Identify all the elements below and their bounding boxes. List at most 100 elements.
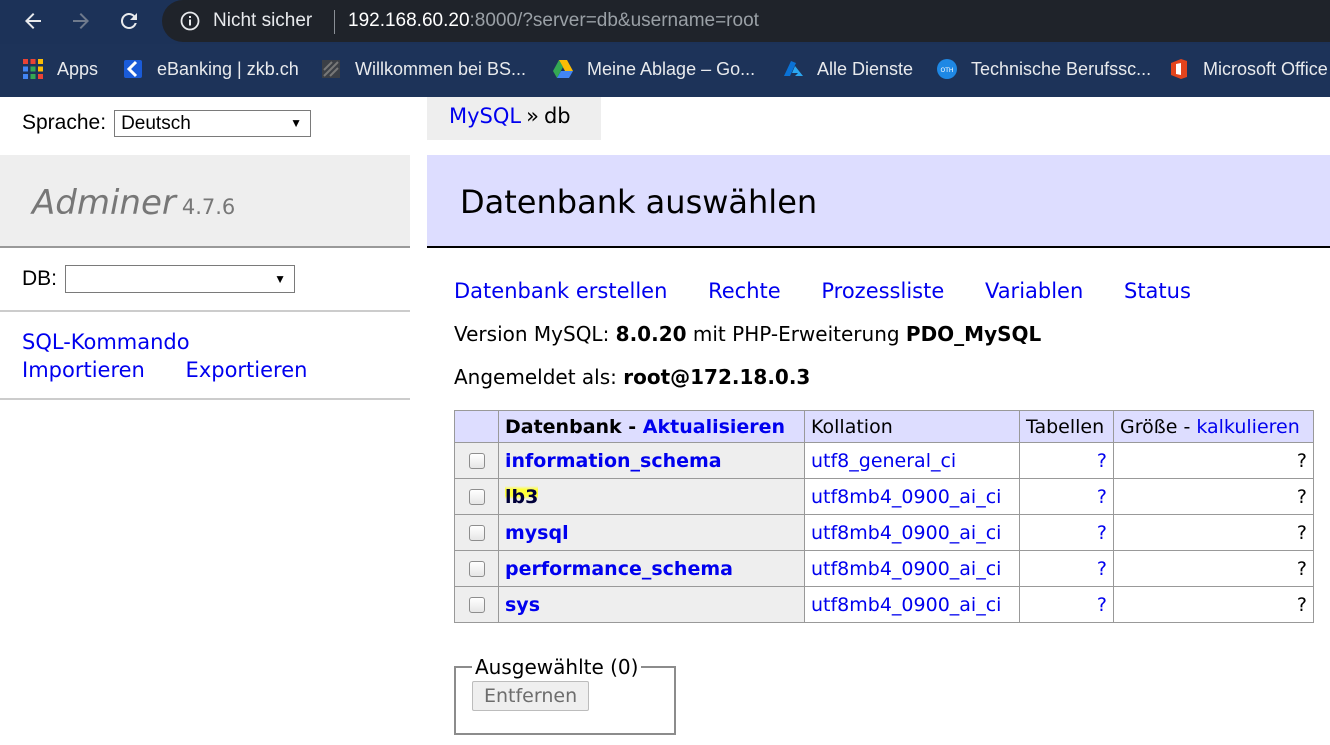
row-check-cell	[454, 478, 499, 515]
bookmark-label: Willkommen bei BS...	[355, 58, 527, 79]
row-checkbox[interactable]	[468, 561, 485, 577]
url-host: 192.168.60.20	[348, 10, 470, 31]
create-database-link[interactable]: Datenbank erstellen	[454, 279, 667, 303]
arrow-left-icon	[25, 13, 41, 29]
browser-toolbar: Nicht sicher 192.168.60.20:8000/?server=…	[0, 0, 1330, 44]
bookmark-google-drive[interactable]: Meine Ablage – Go...	[552, 56, 755, 82]
mysql-version: 8.0.20	[615, 322, 687, 346]
bookmark-label: Alle Dienste	[817, 58, 914, 79]
tables-link[interactable]: ?	[1097, 486, 1107, 508]
tables-link[interactable]: ?	[1097, 594, 1107, 616]
collation-link[interactable]: utf8_general_ci	[811, 450, 956, 472]
collation-link[interactable]: utf8mb4_0900_ai_ci	[811, 558, 1001, 580]
language-label: Sprache:	[22, 111, 107, 134]
language-select[interactable]: Deutsch ▼	[114, 109, 312, 137]
db-select[interactable]: ▼	[65, 265, 296, 293]
database-table: Datenbank - Aktualisieren Kollation Tabe…	[454, 410, 1314, 623]
arrow-right-icon	[73, 13, 89, 29]
page-header: Datenbank auswählen	[427, 155, 1330, 248]
size-cell: ?	[1113, 442, 1314, 479]
table-row: sys utf8mb4_0900_ai_ci ? ?	[454, 586, 1314, 623]
header-collation: Kollation	[804, 410, 1020, 443]
row-checkbox[interactable]	[468, 597, 485, 613]
row-check-cell	[454, 514, 499, 551]
import-link[interactable]: Importieren	[22, 358, 145, 382]
collation-link[interactable]: utf8mb4_0900_ai_ci	[811, 594, 1001, 616]
row-checkbox[interactable]	[468, 525, 485, 541]
tables-link[interactable]: ?	[1097, 558, 1107, 580]
reload-button[interactable]	[114, 6, 144, 36]
breadcrumb-mysql-link[interactable]: MySQL	[449, 104, 521, 128]
sidebar-links: SQL-Kommando Importieren Exportieren	[22, 330, 307, 382]
bookmark-azure[interactable]: Alle Dienste	[782, 56, 913, 82]
database-link[interactable]: performance_schema	[505, 558, 733, 580]
tables-cell: ?	[1019, 550, 1114, 587]
google-drive-icon	[552, 58, 574, 80]
bookmark-site-icon	[320, 58, 342, 80]
divider	[0, 310, 410, 312]
sql-command-link[interactable]: SQL-Kommando	[22, 330, 190, 354]
bookmark-technische-berufsschule[interactable]: OTH Technische Berufssc...	[936, 56, 1151, 82]
db-label: DB:	[22, 267, 58, 290]
collation-link[interactable]: utf8mb4_0900_ai_ci	[811, 486, 1001, 508]
db-selector-row: DB: ▼	[22, 264, 296, 294]
selected-actions: Ausgewählte (0) Entfernen	[454, 655, 676, 735]
bookmark-apps[interactable]: Apps	[22, 56, 98, 82]
tables-link[interactable]: ?	[1097, 450, 1107, 472]
tables-cell: ?	[1019, 478, 1114, 515]
security-status[interactable]: Nicht sicher	[213, 10, 312, 32]
app-version: 4.7.6	[181, 195, 236, 219]
row-check-cell	[454, 550, 499, 587]
process-list-link[interactable]: Prozessliste	[821, 279, 944, 303]
row-checkbox[interactable]	[468, 453, 485, 469]
row-check-cell	[454, 442, 499, 479]
bookmark-zkb[interactable]: eBanking | zkb.ch	[122, 56, 299, 82]
bookmark-bs[interactable]: Willkommen bei BS...	[320, 56, 526, 82]
otm-icon: OTH	[936, 58, 958, 80]
reload-icon	[120, 12, 137, 29]
action-menu: Datenbank erstellen Rechte Prozessliste …	[454, 279, 1225, 303]
bookmark-label: eBanking | zkb.ch	[157, 58, 299, 79]
export-link[interactable]: Exportieren	[186, 358, 308, 382]
php-extension: PDO_MySQL	[905, 322, 1042, 346]
login-prefix: Angemeldet als:	[454, 365, 624, 389]
table-row: mysql utf8mb4_0900_ai_ci ? ?	[454, 514, 1314, 551]
forward-button[interactable]	[66, 6, 96, 36]
url-text[interactable]: 192.168.60.20:8000/?server=db&username=r…	[348, 10, 759, 32]
database-link[interactable]: lb3	[505, 485, 539, 508]
login-user: root@172.18.0.3	[623, 365, 811, 389]
version-middle: mit PHP-Erweiterung	[686, 322, 906, 346]
address-separator	[334, 10, 335, 34]
database-name-cell: mysql	[498, 514, 805, 551]
header-dash: -	[1177, 415, 1197, 438]
size-cell: ?	[1113, 550, 1314, 587]
refresh-link[interactable]: Aktualisieren	[643, 416, 785, 438]
bookmark-label: Apps	[57, 58, 99, 79]
breadcrumb-current: db	[543, 104, 571, 128]
row-checkbox[interactable]	[468, 489, 485, 505]
tables-link[interactable]: ?	[1097, 522, 1107, 544]
info-icon[interactable]	[180, 11, 200, 31]
zkb-icon	[122, 58, 144, 80]
header-check	[454, 410, 499, 443]
apps-grid-icon	[22, 58, 44, 80]
breadcrumb: MySQL» db	[427, 97, 601, 140]
divider	[0, 398, 410, 400]
bookmark-label: Meine Ablage – Go...	[587, 58, 756, 79]
back-button[interactable]	[18, 6, 48, 36]
office-icon	[1168, 58, 1190, 80]
remove-button[interactable]: Entfernen	[472, 681, 590, 711]
database-link[interactable]: sys	[505, 594, 540, 616]
variables-link[interactable]: Variablen	[985, 279, 1083, 303]
bookmark-microsoft-office[interactable]: Microsoft Office	[1168, 56, 1328, 82]
app-logo[interactable]: Adminer 4.7.6	[32, 183, 235, 223]
status-link[interactable]: Status	[1124, 279, 1191, 303]
selected-legend: Ausgewählte (0)	[475, 655, 639, 679]
collation-link[interactable]: utf8mb4_0900_ai_ci	[811, 522, 1001, 544]
compute-size-link[interactable]: kalkulieren	[1196, 416, 1299, 438]
database-link[interactable]: mysql	[505, 522, 569, 544]
database-link[interactable]: information_schema	[505, 450, 722, 472]
database-name-cell: lb3	[498, 478, 805, 515]
privileges-link[interactable]: Rechte	[708, 279, 781, 303]
logo-box: Adminer 4.7.6	[0, 155, 410, 248]
